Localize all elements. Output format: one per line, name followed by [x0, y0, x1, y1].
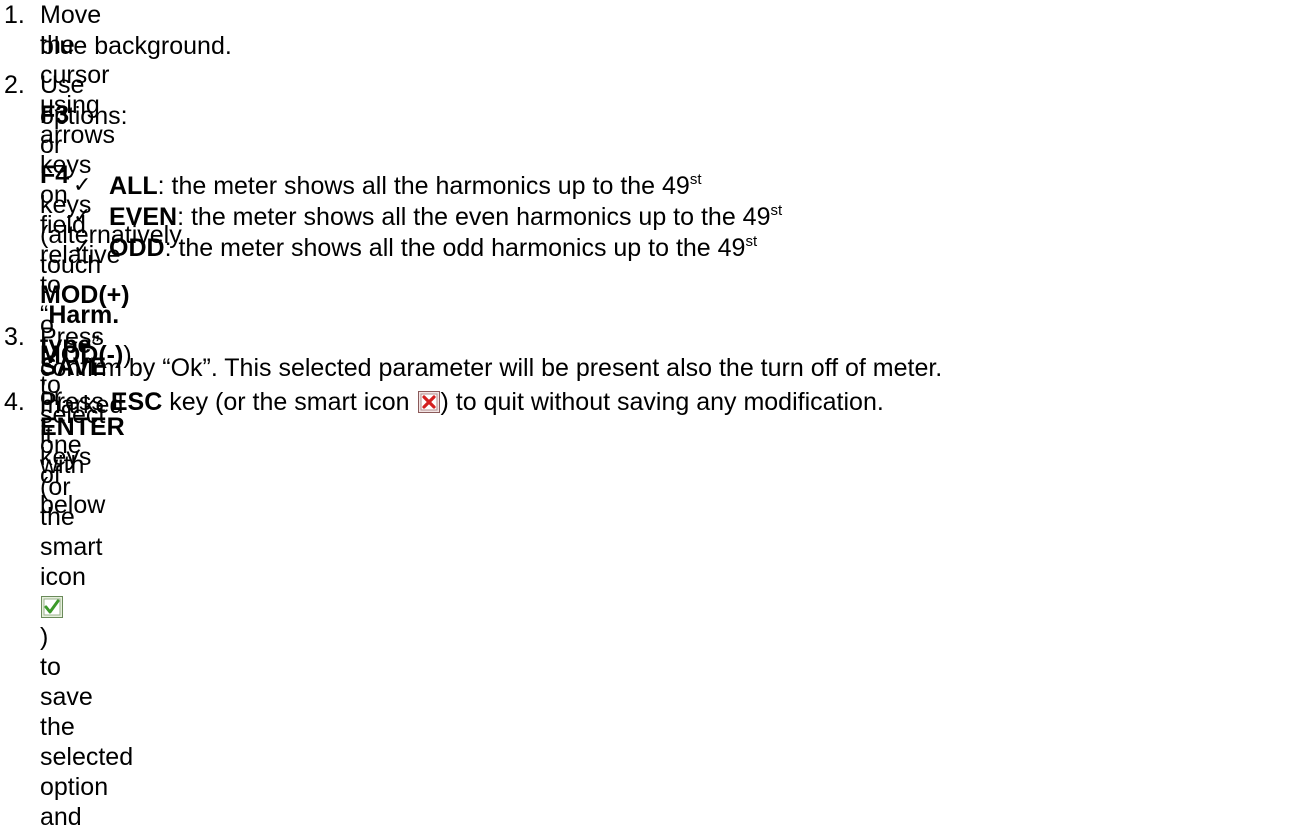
- bold-term: MOD(+): [40, 281, 130, 309]
- bold-term: ESC: [110, 388, 163, 416]
- cancel-x-icon: [417, 390, 440, 413]
- step-number: 1.: [4, 1, 25, 29]
- option-label: ODD: [109, 234, 165, 262]
- step-number: 4.: [4, 388, 25, 416]
- step-number: 3.: [4, 323, 25, 351]
- checkmark-icon: ✓: [73, 204, 92, 229]
- option-label: ALL: [109, 172, 158, 200]
- checkmark-icon: ✓: [73, 173, 92, 198]
- checkmark-icon: ✓: [73, 235, 92, 260]
- bold-term: ENTER: [40, 413, 125, 441]
- bold-term: F4: [40, 161, 70, 189]
- step-text-line: Press ESC key (or the smart icon ) to qu…: [40, 388, 884, 416]
- confirm-check-icon: [41, 595, 63, 618]
- step-number: 2.: [4, 71, 25, 99]
- option-label: EVEN: [109, 203, 178, 231]
